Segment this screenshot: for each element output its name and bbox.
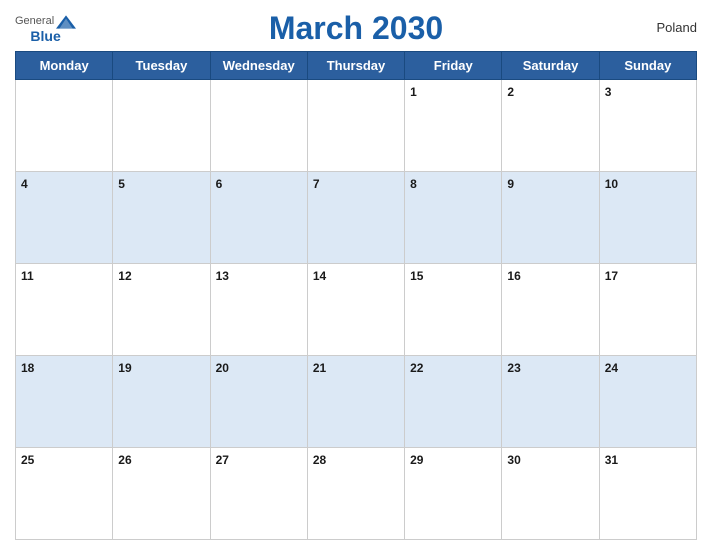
day-number: 1 [410, 85, 417, 99]
day-cell: 12 [113, 264, 210, 356]
day-number: 15 [410, 269, 423, 283]
day-cell: 10 [599, 172, 696, 264]
day-cell: 1 [405, 80, 502, 172]
day-cell: 5 [113, 172, 210, 264]
logo-general-text: General [15, 16, 54, 27]
calendar-header: General Blue March 2030 Poland [15, 10, 697, 47]
day-number: 24 [605, 361, 618, 375]
day-number: 12 [118, 269, 131, 283]
day-cell: 27 [210, 448, 307, 540]
day-number: 7 [313, 177, 320, 191]
country-label: Poland [657, 20, 697, 35]
day-number: 5 [118, 177, 125, 191]
day-cell: 11 [16, 264, 113, 356]
day-number: 27 [216, 453, 229, 467]
week-row-4: 18 19 20 21 22 23 24 [16, 356, 697, 448]
logo-blue-text: Blue [30, 29, 60, 43]
day-cell: 17 [599, 264, 696, 356]
day-cell: 22 [405, 356, 502, 448]
header-wednesday: Wednesday [210, 52, 307, 80]
day-number: 26 [118, 453, 131, 467]
day-number: 22 [410, 361, 423, 375]
day-cell: 30 [502, 448, 599, 540]
calendar-title: March 2030 [269, 10, 443, 47]
day-number: 13 [216, 269, 229, 283]
day-number: 9 [507, 177, 514, 191]
day-cell: 19 [113, 356, 210, 448]
day-number: 8 [410, 177, 417, 191]
day-cell: 24 [599, 356, 696, 448]
day-cell: 7 [307, 172, 404, 264]
day-number: 2 [507, 85, 514, 99]
week-row-2: 4 5 6 7 8 9 10 [16, 172, 697, 264]
day-cell: 13 [210, 264, 307, 356]
day-number: 4 [21, 177, 28, 191]
day-number: 30 [507, 453, 520, 467]
day-cell: 26 [113, 448, 210, 540]
calendar-table: Monday Tuesday Wednesday Thursday Friday… [15, 51, 697, 540]
week-row-3: 11 12 13 14 15 16 17 [16, 264, 697, 356]
header-saturday: Saturday [502, 52, 599, 80]
day-number: 29 [410, 453, 423, 467]
day-cell: 14 [307, 264, 404, 356]
day-cell [210, 80, 307, 172]
day-number: 23 [507, 361, 520, 375]
day-number: 21 [313, 361, 326, 375]
day-cell: 15 [405, 264, 502, 356]
day-number: 28 [313, 453, 326, 467]
day-cell [113, 80, 210, 172]
day-cell: 28 [307, 448, 404, 540]
week-row-1: 1 2 3 [16, 80, 697, 172]
week-row-5: 25 26 27 28 29 30 31 [16, 448, 697, 540]
day-number: 10 [605, 177, 618, 191]
day-number: 25 [21, 453, 34, 467]
day-cell: 2 [502, 80, 599, 172]
day-cell: 21 [307, 356, 404, 448]
day-cell: 9 [502, 172, 599, 264]
header-friday: Friday [405, 52, 502, 80]
day-cell: 6 [210, 172, 307, 264]
day-number: 3 [605, 85, 612, 99]
day-number: 16 [507, 269, 520, 283]
header-tuesday: Tuesday [113, 52, 210, 80]
day-cell: 25 [16, 448, 113, 540]
day-cell: 18 [16, 356, 113, 448]
day-cell: 23 [502, 356, 599, 448]
day-cell [307, 80, 404, 172]
day-cell: 8 [405, 172, 502, 264]
day-number: 20 [216, 361, 229, 375]
day-number: 14 [313, 269, 326, 283]
header-sunday: Sunday [599, 52, 696, 80]
weekday-header-row: Monday Tuesday Wednesday Thursday Friday… [16, 52, 697, 80]
day-number: 19 [118, 361, 131, 375]
day-cell: 16 [502, 264, 599, 356]
logo-icon [56, 15, 76, 29]
day-cell: 4 [16, 172, 113, 264]
day-number: 18 [21, 361, 34, 375]
day-number: 6 [216, 177, 223, 191]
day-cell: 20 [210, 356, 307, 448]
day-number: 11 [21, 269, 34, 283]
header-thursday: Thursday [307, 52, 404, 80]
day-cell: 29 [405, 448, 502, 540]
day-number: 17 [605, 269, 618, 283]
day-cell: 3 [599, 80, 696, 172]
day-number: 31 [605, 453, 618, 467]
header-monday: Monday [16, 52, 113, 80]
day-cell: 31 [599, 448, 696, 540]
day-cell [16, 80, 113, 172]
logo: General Blue [15, 15, 76, 43]
